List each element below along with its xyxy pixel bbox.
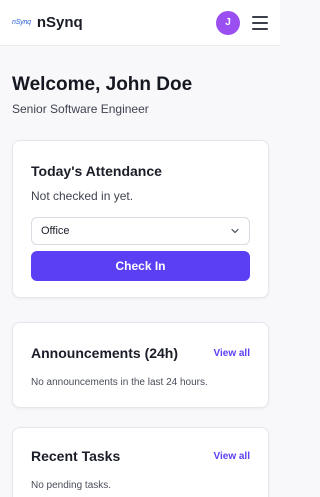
announcements-view-all-link[interactable]: View all: [213, 348, 250, 359]
chevron-down-icon: [231, 228, 239, 234]
tasks-header: Recent Tasks View all: [31, 448, 250, 464]
attendance-status: Not checked in yet.: [31, 189, 134, 203]
top-navbar: nSynq nSynq J: [0, 0, 280, 46]
announcements-card: Announcements (24h) View all No announce…: [12, 322, 269, 408]
avatar[interactable]: J: [216, 10, 240, 35]
page-title: Welcome, John Doe: [12, 74, 193, 95]
hamburger-menu-icon[interactable]: [252, 15, 268, 30]
menu-bar: [252, 21, 268, 24]
check-in-button[interactable]: Check In: [31, 251, 250, 281]
brand-name: nSynq: [36, 14, 83, 31]
tasks-empty-text: No pending tasks.: [31, 480, 112, 491]
header-actions: J: [216, 10, 268, 35]
brand[interactable]: nSynq nSynq: [12, 14, 83, 31]
user-role: Senior Software Engineer: [12, 102, 149, 116]
location-select-value: Office: [41, 225, 70, 237]
location-select[interactable]: Office: [31, 217, 250, 245]
attendance-card: Today's Attendance Not checked in yet. O…: [12, 140, 269, 298]
recent-tasks-card: Recent Tasks View all No pending tasks.: [12, 427, 269, 497]
welcome-section: Welcome, John Doe Senior Software Engine…: [0, 46, 280, 116]
menu-bar: [252, 27, 268, 30]
attendance-title: Today's Attendance: [31, 163, 162, 179]
announcements-empty-text: No announcements in the last 24 hours.: [31, 377, 208, 388]
menu-bar: [252, 15, 268, 18]
announcements-header: Announcements (24h) View all: [31, 345, 250, 361]
tasks-view-all-link[interactable]: View all: [213, 451, 250, 462]
tasks-title: Recent Tasks: [31, 448, 121, 464]
logo: nSynq: [12, 19, 31, 26]
announcements-title: Announcements (24h): [31, 345, 179, 361]
